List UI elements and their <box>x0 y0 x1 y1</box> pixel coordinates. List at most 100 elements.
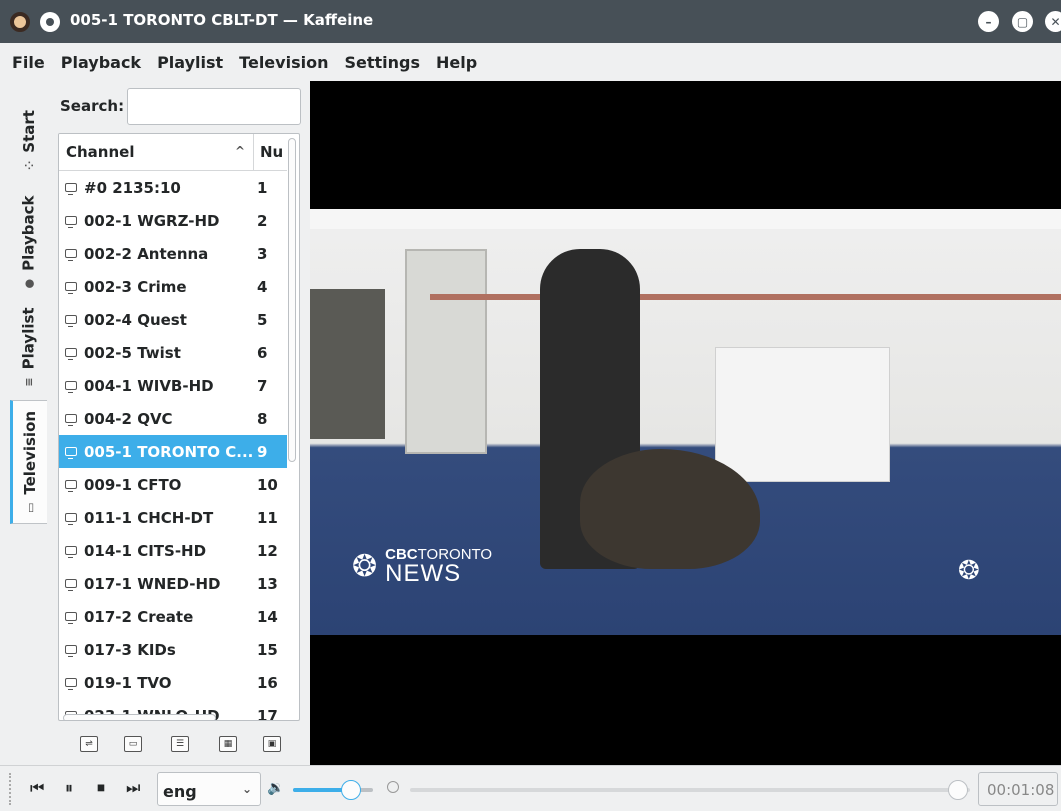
table-row[interactable]: 002-2 Antenna 3 <box>59 237 287 270</box>
scene-shelf <box>310 289 385 439</box>
column-header-number[interactable]: Nu <box>254 143 287 161</box>
time-display[interactable]: 00:01:08 <box>978 772 1058 806</box>
table-row[interactable]: 017-3 KIDs 15 <box>59 633 287 666</box>
channel-name-cell: 005-1 TORONTO C... <box>59 443 254 461</box>
channel-number: 16 <box>257 673 278 692</box>
tab-playback[interactable]: ● Playback <box>10 187 47 297</box>
channel-number: 14 <box>257 607 278 626</box>
table-row[interactable]: 017-1 WNED-HD 13 <box>59 567 287 600</box>
channel-name-cell: 017-1 WNED-HD <box>59 575 254 593</box>
close-icon[interactable]: ✕ <box>1045 11 1061 32</box>
schedule-icon[interactable]: ☰ <box>171 736 189 752</box>
channel-name: 019-1 TVO <box>84 673 172 692</box>
toolbar-grip[interactable] <box>9 773 14 805</box>
tv-icon <box>65 315 77 327</box>
seek-handle[interactable] <box>948 780 968 800</box>
table-row[interactable]: 002-3 Crime 4 <box>59 270 287 303</box>
tab-start-label: Start <box>19 109 38 153</box>
menu-playlist[interactable]: Playlist <box>149 53 231 72</box>
tv-icon <box>65 546 77 558</box>
channel-number: 9 <box>257 442 268 461</box>
channel-name-cell: 002-3 Crime <box>59 278 254 296</box>
table-row[interactable]: 004-1 WIVB-HD 7 <box>59 369 287 402</box>
maximize-icon[interactable]: ▢ <box>1012 11 1033 32</box>
menu-help[interactable]: Help <box>428 53 485 72</box>
tab-start[interactable]: ⁘ Start <box>10 92 47 187</box>
tab-playlist[interactable]: ≡ Playlist <box>10 297 47 397</box>
channel-name: 002-3 Crime <box>84 277 187 296</box>
channel-number: 11 <box>257 508 278 527</box>
playback-icon: ● <box>22 278 36 289</box>
volume-slider[interactable] <box>293 788 373 792</box>
program-guide-icon[interactable]: ▦ <box>219 736 237 752</box>
channel-name-cell: 017-3 KIDs <box>59 641 254 659</box>
tv-icon <box>65 282 77 294</box>
channel-name-cell: 011-1 CHCH-DT <box>59 509 254 527</box>
menu-television[interactable]: Television <box>231 53 336 72</box>
channel-list-header: Channel ^ Nu <box>59 134 287 171</box>
channel-name-cell: 002-1 WGRZ-HD <box>59 212 254 230</box>
tab-playlist-label: Playlist <box>19 307 38 370</box>
tv-icon[interactable]: ▭ <box>124 736 142 752</box>
channel-name-cell: 004-2 QVC <box>59 410 254 428</box>
channel-number: 12 <box>257 541 278 560</box>
kaffeine-icon[interactable] <box>10 12 30 32</box>
menu-bar: File Playback Playlist Television Settin… <box>0 43 1061 81</box>
table-row[interactable]: 017-2 Create 14 <box>59 600 287 633</box>
stop-icon[interactable]: ⏹ <box>97 780 105 796</box>
channel-list[interactable]: Channel ^ Nu #0 2135:10 1 002-1 WGRZ-HD 2 00… <box>58 133 300 721</box>
channel-number: 8 <box>257 409 268 428</box>
volume-handle[interactable] <box>341 780 361 800</box>
table-row[interactable]: 004-2 QVC 8 <box>59 402 287 435</box>
horizontal-scrollbar[interactable] <box>63 714 216 720</box>
column-header-channel[interactable]: Channel ^ <box>59 134 254 170</box>
channel-number: 1 <box>257 178 268 197</box>
table-row[interactable]: 009-1 CFTO 10 <box>59 468 287 501</box>
table-row[interactable]: 011-1 CHCH-DT 11 <box>59 501 287 534</box>
tv-icon <box>65 645 77 657</box>
channel-number: 13 <box>257 574 278 593</box>
tv-icon <box>65 381 77 393</box>
table-row[interactable]: 002-1 WGRZ-HD 2 <box>59 204 287 237</box>
table-row[interactable]: 005-1 TORONTO C... 9 <box>59 435 287 468</box>
table-row[interactable]: 002-5 Twist 6 <box>59 336 287 369</box>
channel-name-cell: 004-1 WIVB-HD <box>59 377 254 395</box>
table-row[interactable]: #0 2135:10 1 <box>59 171 287 204</box>
audio-language-select[interactable]: eng ⌄ <box>157 772 261 806</box>
tv-icon <box>65 414 77 426</box>
menu-file[interactable]: File <box>4 53 53 72</box>
previous-icon[interactable]: ⏮ <box>30 780 44 796</box>
vertical-scrollbar[interactable] <box>288 138 296 462</box>
playlist-icon: ≡ <box>22 377 35 387</box>
volume-icon[interactable]: 🔉 <box>267 780 284 796</box>
side-tab-strip: ⁘ Start ● Playback ≡ Playlist ▭ Television <box>10 92 47 532</box>
channel-name-cell: 002-5 Twist <box>59 344 254 362</box>
channel-name: 017-1 WNED-HD <box>84 574 221 593</box>
audio-language-value: eng <box>163 782 197 801</box>
channel-name: 005-1 TORONTO C... <box>84 442 254 461</box>
tv-icon <box>65 678 77 690</box>
menu-settings[interactable]: Settings <box>336 53 428 72</box>
pause-icon[interactable]: ⏸ <box>65 780 73 796</box>
minimize-icon[interactable]: – <box>978 11 999 32</box>
video-display[interactable]: ❂ CBCTORONTO NEWS ❂ <box>310 81 1061 765</box>
channel-name: 011-1 CHCH-DT <box>84 508 214 527</box>
table-row[interactable]: 019-1 TVO 16 <box>59 666 287 699</box>
menu-playback[interactable]: Playback <box>53 53 149 72</box>
recordings-icon[interactable]: ▣ <box>263 736 281 752</box>
tv-icon <box>65 216 77 228</box>
volume-fill <box>293 788 343 792</box>
logo-news: NEWS <box>385 560 462 587</box>
next-icon[interactable]: ⏭ <box>126 780 140 796</box>
tv-icon <box>65 612 77 624</box>
tab-television[interactable]: ▭ Television <box>10 400 47 524</box>
channel-number: 6 <box>257 343 268 362</box>
channel-number: 15 <box>257 640 278 659</box>
channel-number: 5 <box>257 310 268 329</box>
table-row[interactable]: 002-4 Quest 5 <box>59 303 287 336</box>
table-row[interactable]: 014-1 CITS-HD 12 <box>59 534 287 567</box>
seek-slider[interactable] <box>410 788 970 792</box>
configure-channels-icon[interactable]: ⇌ <box>80 736 98 752</box>
pin-icon[interactable] <box>40 12 60 32</box>
search-input[interactable] <box>127 88 301 125</box>
